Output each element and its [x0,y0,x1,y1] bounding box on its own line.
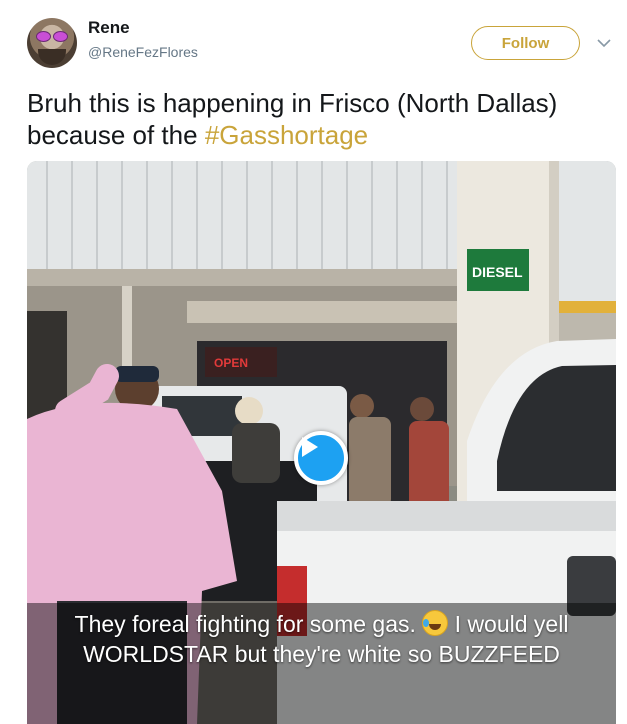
hashtag-link[interactable]: #Gasshortage [205,120,368,150]
user-handle[interactable]: @ReneFezFlores [88,44,198,60]
follow-button[interactable]: Follow [471,26,580,60]
beard [38,49,66,65]
chevron-down-icon[interactable] [596,36,612,50]
display-name[interactable]: Rene [88,18,130,38]
sunglasses-right [53,31,68,42]
video-player[interactable]: OPEN DIESEL They foreal fighting for som… [27,161,616,724]
play-icon [302,437,318,457]
play-button[interactable] [294,431,348,485]
avatar[interactable] [27,18,77,68]
sunglasses-left [36,31,51,42]
svg-text:OPEN: OPEN [214,356,248,370]
face-with-tears-of-joy-icon [422,610,449,636]
caption-text-1: They foreal fighting for some gas. [74,611,423,637]
tweet-text: Bruh this is happening in Frisco (North … [27,87,607,151]
diesel-sign: DIESEL [472,264,523,280]
video-caption: They foreal fighting for some gas. I wou… [27,609,616,669]
